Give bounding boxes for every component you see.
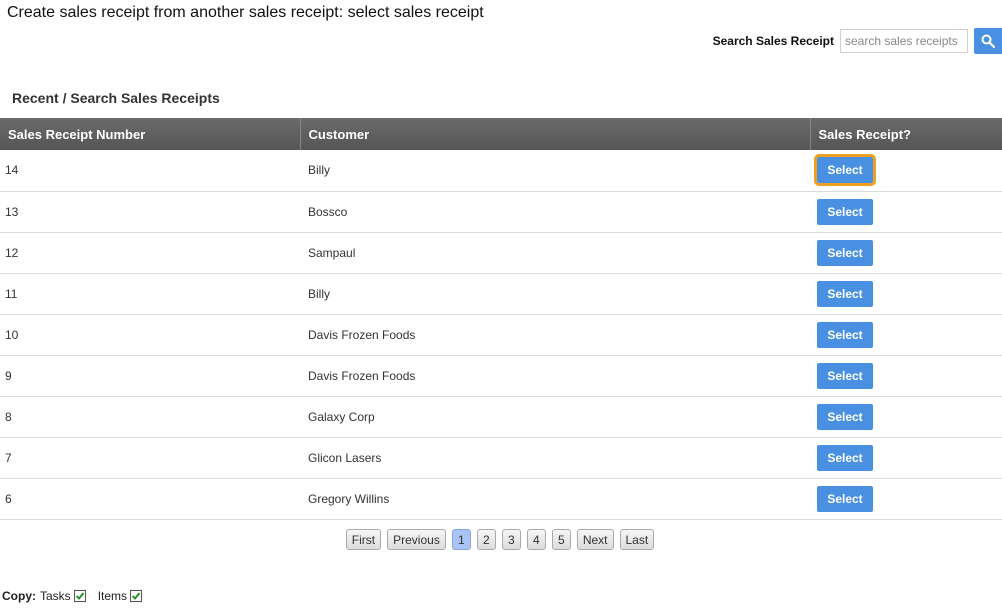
page-3-button[interactable]: 3 bbox=[501, 529, 521, 550]
customer-cell: Bossco bbox=[300, 191, 810, 233]
select-button[interactable]: Select bbox=[817, 321, 873, 348]
page-last-button[interactable]: Last bbox=[619, 529, 655, 550]
select-button[interactable]: Select bbox=[817, 444, 873, 471]
search-area: Search Sales Receipt bbox=[713, 28, 1002, 54]
customer-cell: Glicon Lasers bbox=[300, 437, 810, 479]
column-header-action: Sales Receipt? bbox=[810, 118, 1002, 150]
customer-cell: Gregory Willins bbox=[300, 478, 810, 520]
checkmark-icon bbox=[75, 592, 84, 600]
action-cell: Select bbox=[810, 314, 1002, 356]
column-header-number[interactable]: Sales Receipt Number bbox=[0, 118, 301, 150]
action-cell: Select bbox=[810, 273, 1002, 315]
select-button[interactable]: Select bbox=[817, 280, 873, 307]
search-input[interactable] bbox=[840, 29, 968, 53]
copy-tasks-checkbox[interactable] bbox=[73, 590, 86, 602]
copy-items-label: Items bbox=[97, 589, 128, 603]
page-2-button[interactable]: 2 bbox=[476, 529, 496, 550]
table-row: 6 Gregory Willins Select bbox=[0, 478, 1002, 520]
table-row: 9 Davis Frozen Foods Select bbox=[0, 355, 1002, 397]
table-row: 11 Billy Select bbox=[0, 273, 1002, 315]
pagination: First Previous 1 2 3 4 5 Next Last bbox=[0, 529, 1001, 550]
search-icon bbox=[981, 34, 995, 48]
copy-items-checkbox[interactable] bbox=[130, 590, 143, 602]
action-cell: Select bbox=[810, 437, 1002, 479]
select-button[interactable]: Select bbox=[817, 362, 873, 389]
table-row: 12 Sampaul Select bbox=[0, 232, 1002, 274]
select-button[interactable]: Select bbox=[817, 403, 873, 430]
search-button[interactable] bbox=[974, 28, 1002, 54]
sales-receipts-table: Sales Receipt Number Customer Sales Rece… bbox=[0, 118, 1002, 520]
select-button[interactable]: Select bbox=[817, 239, 873, 266]
customer-cell: Davis Frozen Foods bbox=[300, 355, 810, 397]
checkmark-icon bbox=[131, 592, 141, 600]
action-cell: Select bbox=[810, 191, 1002, 233]
receipt-number-cell: 13 bbox=[0, 191, 300, 233]
customer-cell: Davis Frozen Foods bbox=[300, 314, 810, 356]
page-first-button[interactable]: First bbox=[345, 529, 382, 550]
page-1-button[interactable]: 1 bbox=[451, 529, 471, 550]
select-button[interactable]: Select bbox=[814, 154, 876, 187]
table-row: 13 Bossco Select bbox=[0, 191, 1002, 233]
receipt-number-cell: 10 bbox=[0, 314, 300, 356]
section-title: Recent / Search Sales Receipts bbox=[12, 90, 220, 106]
table-header-row: Sales Receipt Number Customer Sales Rece… bbox=[0, 118, 1002, 150]
receipt-number-cell: 9 bbox=[0, 355, 300, 397]
copy-tasks-label: Tasks bbox=[40, 589, 71, 603]
copy-label: Copy: bbox=[2, 589, 36, 603]
copy-tasks-option: Tasks bbox=[40, 589, 86, 603]
table-body: 14 Billy Select 13 Bossco Select 12 Sampaul Sele… bbox=[0, 150, 1002, 520]
action-cell: Select bbox=[810, 232, 1002, 274]
table-row: 14 Billy Select bbox=[0, 150, 1002, 192]
customer-cell: Sampaul bbox=[300, 232, 810, 274]
receipt-number-cell: 12 bbox=[0, 232, 300, 274]
search-label: Search Sales Receipt bbox=[712, 34, 834, 48]
receipt-number-cell: 11 bbox=[0, 273, 300, 315]
table-row: 7 Glicon Lasers Select bbox=[0, 437, 1002, 479]
customer-cell: Billy bbox=[300, 150, 810, 192]
page-title: Create sales receipt from another sales … bbox=[7, 4, 484, 21]
receipt-number-cell: 14 bbox=[0, 150, 300, 192]
table-row: 8 Galaxy Corp Select bbox=[0, 396, 1002, 438]
page-4-button[interactable]: 4 bbox=[526, 529, 546, 550]
receipt-number-cell: 7 bbox=[0, 437, 300, 479]
action-cell: Select bbox=[810, 355, 1002, 397]
action-cell: Select bbox=[810, 150, 1002, 192]
select-button[interactable]: Select bbox=[817, 485, 873, 512]
customer-cell: Galaxy Corp bbox=[300, 396, 810, 438]
copy-items-option: Items bbox=[97, 589, 143, 603]
table-row: 10 Davis Frozen Foods Select bbox=[0, 314, 1002, 356]
action-cell: Select bbox=[810, 478, 1002, 520]
receipt-number-cell: 6 bbox=[0, 478, 300, 520]
select-button[interactable]: Select bbox=[817, 198, 873, 225]
action-cell: Select bbox=[810, 396, 1002, 438]
page-5-button[interactable]: 5 bbox=[551, 529, 571, 550]
receipt-number-cell: 8 bbox=[0, 396, 300, 438]
customer-cell: Billy bbox=[300, 273, 810, 315]
page-next-button[interactable]: Next bbox=[576, 529, 614, 550]
copy-options: Copy: Tasks Items bbox=[2, 589, 154, 603]
page-previous-button[interactable]: Previous bbox=[387, 529, 446, 550]
column-header-customer[interactable]: Customer bbox=[300, 118, 811, 150]
